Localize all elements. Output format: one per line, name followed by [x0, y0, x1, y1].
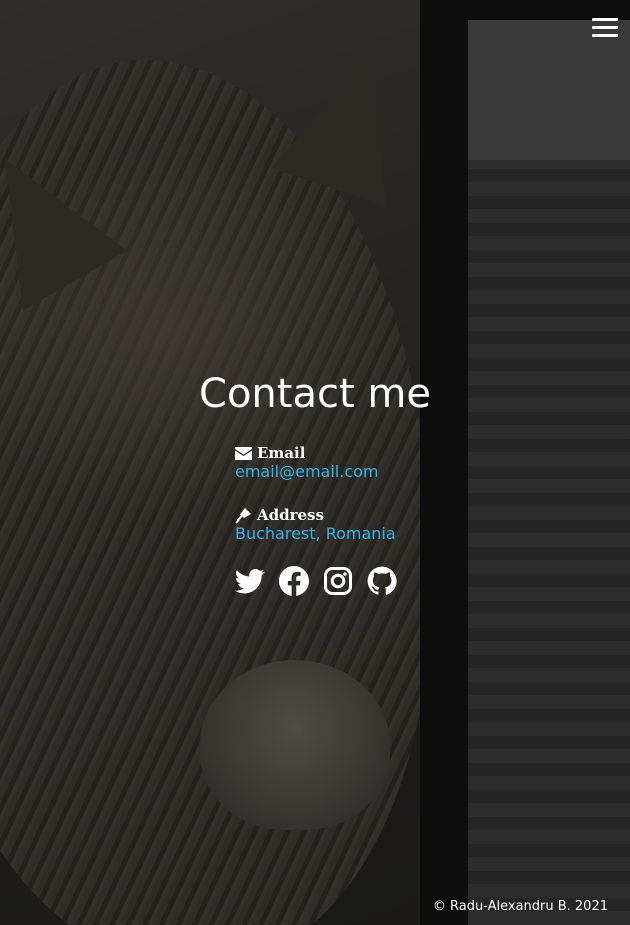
- social-links: [235, 566, 397, 596]
- map-pin-icon: [235, 507, 251, 524]
- twitter-link[interactable]: [235, 566, 265, 596]
- address-block: Address Bucharest, Romania: [235, 506, 535, 544]
- menu-bar: [592, 18, 618, 21]
- hamburger-menu-button[interactable]: [592, 18, 618, 38]
- menu-bar: [592, 34, 618, 37]
- facebook-link[interactable]: [279, 566, 309, 596]
- github-icon: [367, 566, 397, 595]
- contact-section: Contact me Email email@email.com Address…: [0, 368, 630, 596]
- instagram-link[interactable]: [323, 566, 353, 596]
- address-label: Address: [257, 506, 324, 524]
- page-title: Contact me: [199, 371, 431, 417]
- email-block: Email email@email.com: [235, 444, 535, 482]
- facebook-icon: [279, 566, 309, 596]
- menu-bar: [592, 26, 618, 29]
- instagram-icon: [324, 567, 352, 595]
- twitter-icon: [235, 569, 265, 594]
- envelope-icon: [235, 446, 252, 460]
- address-link[interactable]: Bucharest, Romania: [235, 524, 396, 544]
- email-label: Email: [257, 444, 306, 462]
- email-link[interactable]: email@email.com: [235, 462, 379, 482]
- github-link[interactable]: [367, 566, 397, 596]
- footer-copyright: © Radu-Alexandru B. 2021: [432, 899, 608, 914]
